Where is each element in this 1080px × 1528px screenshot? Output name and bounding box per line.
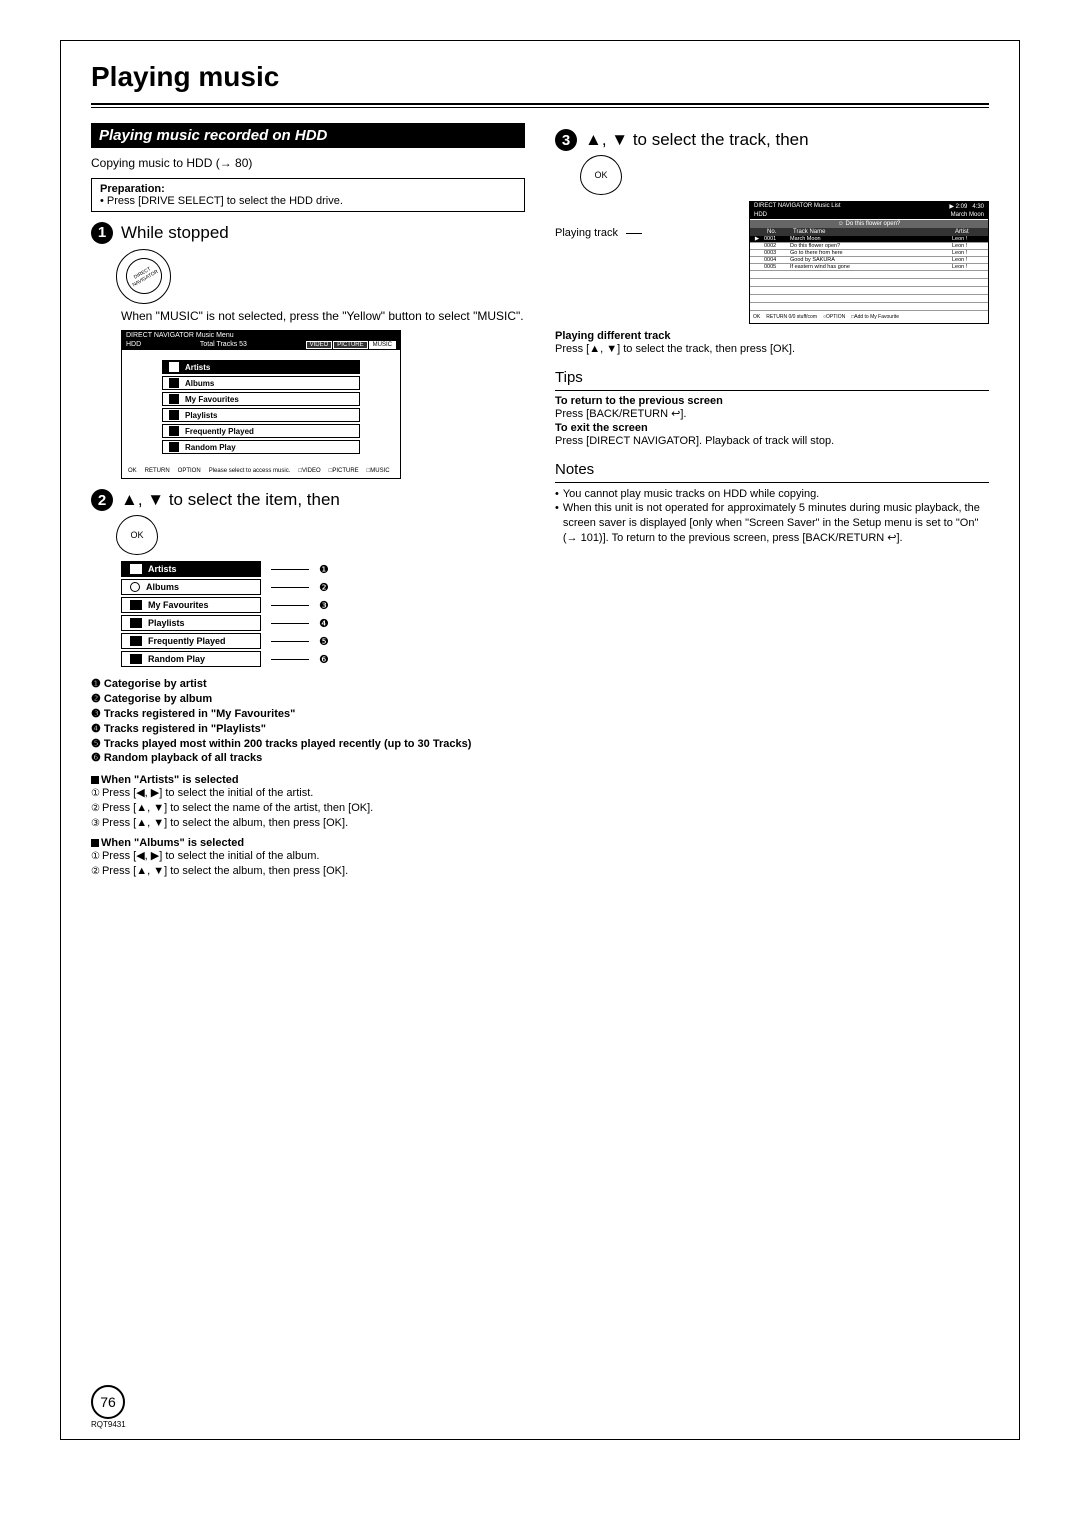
ml-row-playlists: Playlists ❹ [121, 615, 525, 631]
ml-row-artists: Artists ❶ [121, 561, 525, 577]
step-3-number: 3 [555, 129, 577, 151]
note-2: •When this unit is not operated for appr… [555, 501, 989, 546]
disc-icon [169, 378, 179, 388]
albums-head: When "Albums" is selected [91, 837, 525, 849]
artists-head: When "Artists" is selected [91, 774, 525, 786]
mm-item-random: Random Play [162, 440, 360, 454]
mm-item-albums: Albums [162, 376, 360, 390]
now-playing-bar: ☺ Do this flower open? [750, 219, 988, 228]
tip-return-head: To return to the previous screen [555, 395, 989, 407]
rule-thick [91, 103, 989, 105]
artists-l3: ③Press [▲, ▼] to select the album, then … [91, 816, 525, 831]
ml-row-albums: Albums ❷ [121, 579, 525, 595]
ok-button-graphic-3: OK [580, 155, 622, 195]
section-header: Playing music recorded on HDD [91, 123, 525, 148]
track-row: 0003Go to there from hereLeon ! [750, 250, 988, 257]
rule-thin [91, 107, 989, 108]
track-row: ▶0001March MoonLeon ! [750, 236, 988, 243]
step-3-text: ▲, ▼ to select the track, then [585, 130, 809, 150]
page-number: 76 [91, 1385, 125, 1419]
mm-total: Total Tracks 53 [200, 341, 247, 349]
menu-list: Artists ❶ Albums ❷ My Favourites ❸ Playl… [121, 561, 525, 667]
mm-hdd: HDD [126, 341, 141, 349]
mm-footer: OK RETURN OPTION Please select to access… [122, 464, 400, 478]
preparation-box: Preparation: • Press [DRIVE SELECT] to s… [91, 178, 525, 212]
left-column: Playing music recorded on HDD Copying mu… [91, 123, 525, 878]
mm-item-artists: Artists [162, 360, 360, 374]
tip-exit-head: To exit the screen [555, 422, 989, 434]
notes-heading: Notes [555, 461, 989, 478]
shuffle-icon [169, 442, 179, 452]
tip-return-text: Press [BACK/RETURN ↩]. [555, 407, 989, 422]
step-1-number: 1 [91, 222, 113, 244]
ml-row-frequent: Frequently Played ❺ [121, 633, 525, 649]
playing-diff-head: Playing different track [555, 330, 989, 342]
connector-line [626, 233, 642, 234]
playing-track-label: Playing track [555, 227, 618, 239]
music-menu-screenshot: DIRECT NAVIGATOR Music Menu HDD Total Tr… [121, 330, 401, 479]
direct-navigator-knob: DIRECT NAVIGATOR [116, 249, 171, 304]
list-icon [130, 618, 142, 628]
tips-heading: Tips [555, 369, 989, 386]
step-2-text: ▲, ▼ to select the item, then [121, 490, 340, 510]
track-row: 0002Do this flower open?Leon ! [750, 243, 988, 250]
track-row: 0005If eastern wind has goneLeon ! [750, 264, 988, 271]
person-icon [169, 362, 179, 372]
tracklist-figure: Playing track DIRECT NAVIGATOR Music Lis… [555, 201, 989, 324]
person-icon [130, 564, 142, 574]
step-1-text: While stopped [121, 223, 229, 243]
artists-l2: ②Press [▲, ▼] to select the name of the … [91, 801, 525, 816]
copying-note: Copying music to HDD (→ 80) [91, 156, 525, 172]
tab-video: VIDEO [306, 341, 333, 349]
step-1: 1 While stopped [91, 222, 525, 244]
mm-item-frequent: Frequently Played [162, 424, 360, 438]
document-id: RQT9431 [91, 1420, 126, 1429]
definitions: ❶ Categorise by artist ❷ Categorise by a… [91, 677, 525, 766]
step-3: 3 ▲, ▼ to select the track, then [555, 129, 989, 151]
knob-label: DIRECT NAVIGATOR [119, 252, 168, 301]
bars-icon [130, 636, 142, 646]
step-2-number: 2 [91, 489, 113, 511]
tip-exit-text: Press [DIRECT NAVIGATOR]. Playback of tr… [555, 434, 989, 449]
tab-picture: PICTURE [333, 341, 367, 349]
mm-item-favourites: My Favourites [162, 392, 360, 406]
mm-title: DIRECT NAVIGATOR Music Menu [126, 332, 234, 339]
playing-diff-text: Press [▲, ▼] to select the track, then p… [555, 342, 989, 357]
step-2: 2 ▲, ▼ to select the item, then [91, 489, 525, 511]
disc-icon [130, 582, 140, 592]
mm-tabs: VIDEO PICTURE MUSIC [306, 341, 396, 349]
preparation-label: Preparation: [100, 183, 516, 195]
bars-icon [169, 426, 179, 436]
note-1: •You cannot play music tracks on HDD whi… [555, 487, 989, 502]
albums-l2: ②Press [▲, ▼] to select the album, then … [91, 864, 525, 879]
preparation-text: • Press [DRIVE SELECT] to select the HDD… [100, 195, 516, 207]
ml-row-random: Random Play ❻ [121, 651, 525, 667]
artists-l1: ①Press [◀, ▶] to select the initial of t… [91, 786, 525, 801]
albums-l1: ①Press [◀, ▶] to select the initial of t… [91, 849, 525, 864]
tracklist-screenshot: DIRECT NAVIGATOR Music List ▶ 2:09 4:30 … [749, 201, 989, 324]
mm-item-playlists: Playlists [162, 408, 360, 422]
track-row: 0004Good by SAKURALeon ! [750, 257, 988, 264]
right-column: 3 ▲, ▼ to select the track, then OK Play… [555, 123, 989, 878]
tab-music: MUSIC [369, 341, 396, 349]
list-icon [169, 410, 179, 420]
ml-row-favourites: My Favourites ❸ [121, 597, 525, 613]
page-title: Playing music [91, 61, 989, 93]
pin-icon [169, 394, 179, 404]
shuffle-icon [130, 654, 142, 664]
ok-button-graphic: OK [116, 515, 158, 555]
step-1-instruction: When "MUSIC" is not selected, press the … [121, 309, 525, 325]
pin-icon [130, 600, 142, 610]
